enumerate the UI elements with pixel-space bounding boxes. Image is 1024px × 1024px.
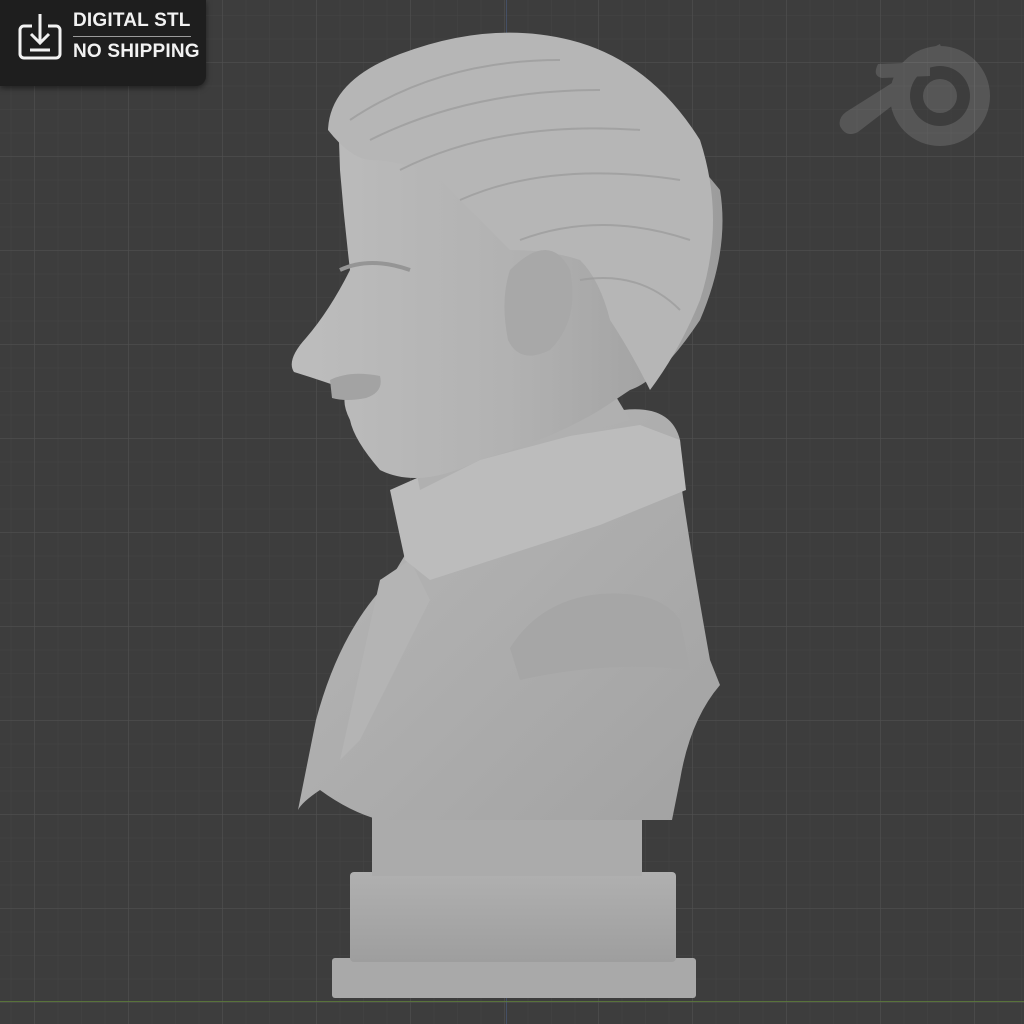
blender-logo-icon — [839, 44, 990, 146]
3d-viewport[interactable]: DIGITAL STL NO SHIPPING — [0, 0, 1024, 1024]
x-axis-line — [0, 1001, 1024, 1002]
download-icon — [18, 14, 62, 60]
badge-subtitle: NO SHIPPING — [73, 41, 200, 62]
digital-stl-badge: DIGITAL STL NO SHIPPING — [0, 0, 206, 86]
pedestal — [332, 810, 696, 998]
badge-divider — [73, 36, 191, 37]
badge-title: DIGITAL STL — [73, 10, 191, 31]
bust-sculpture[interactable] — [280, 20, 740, 1000]
